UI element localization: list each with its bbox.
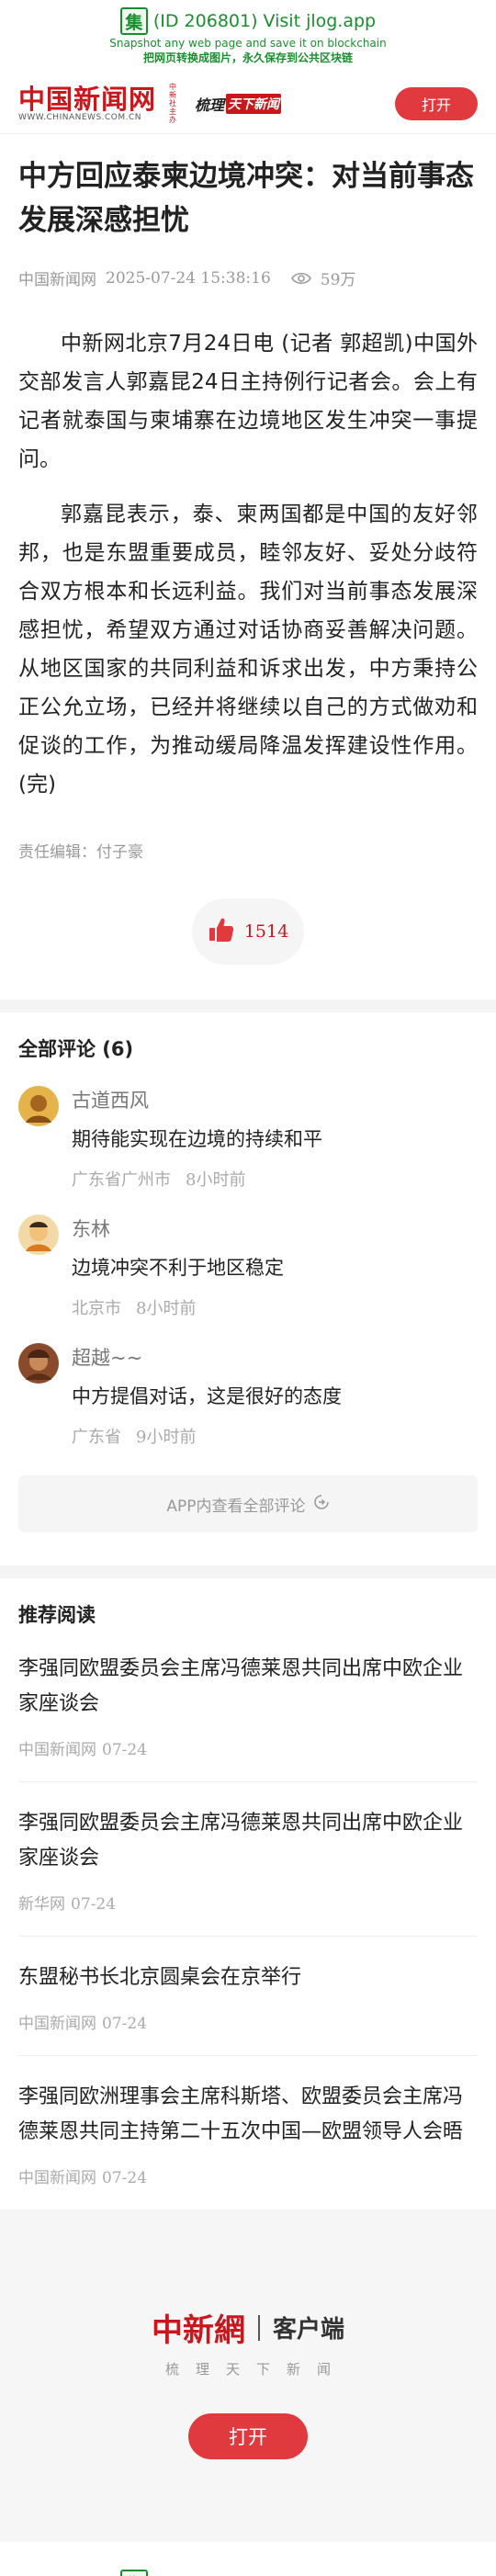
comment-text: 期待能实现在边境的持续和平 — [72, 1128, 322, 1150]
recommend-item-date: 07-24 — [102, 1741, 148, 1759]
article-editor: 责任编辑：付子豪 — [18, 843, 143, 862]
promo-slogan: 梳理天下新闻 — [164, 2361, 347, 2378]
logo-main: 中国新闻网 WWW.CHINANEWS.COM.CN — [18, 85, 156, 122]
jlog-title-row: 集 (ID 206801) Visit jlog.app — [0, 7, 496, 35]
comment-meta: 广东省 9小时前 — [72, 1424, 342, 1448]
logo-en: WWW.CHINANEWS.COM.CN — [18, 112, 142, 122]
recommend-item-source: 新华网 — [18, 1895, 65, 1914]
comment-item: 古道西风 期待能实现在边境的持续和平 广东省广州市 8小时前 — [0, 1062, 496, 1191]
promo-logo-cn: 中新網 — [151, 2312, 245, 2349]
open-app-button-footer[interactable]: 打开 — [188, 2413, 308, 2459]
comment-author: 超越~~ — [72, 1347, 143, 1369]
jlog-banner-bottom[interactable]: 集 (ID 206801) Visit jlog.app Snapshot an… — [0, 2542, 496, 2576]
jlog-logo-icon: 集 — [119, 7, 148, 35]
like-button[interactable]: 1514 — [192, 898, 304, 965]
jlog-title-row: 集 (ID 206801) Visit jlog.app — [0, 2570, 496, 2576]
eye-icon — [290, 271, 311, 286]
recommend-item[interactable]: 李强同欧盟委员会主席冯德莱恩共同出席中欧企业家座谈会 中国新闻网 07-24 — [18, 1628, 478, 1782]
recommend-item-date: 07-24 — [71, 1895, 117, 1914]
comment-location: 广东省 — [72, 1428, 121, 1447]
avatar[interactable] — [18, 1343, 59, 1384]
comments-section: 全部评论 (6) 古道西风 期待能实现在边境的持续和平 广东省广州市 8小时前 东… — [0, 1012, 496, 1532]
jlog-subtitle: Snapshot any web page and save it on blo… — [109, 37, 387, 50]
recommend-title: 推荐阅读 — [18, 1604, 96, 1626]
view-all-comments-button[interactable]: APP内查看全部评论 — [18, 1475, 478, 1532]
app-promo-footer: 中新網 客户端 梳理天下新闻 打开 — [0, 2209, 496, 2542]
promo-label: 客户端 — [272, 2316, 344, 2344]
comment-text: 边境冲突不利于地区稳定 — [72, 1257, 284, 1279]
section-divider — [0, 1000, 496, 1012]
avatar[interactable] — [18, 1086, 59, 1126]
like-count: 1514 — [243, 921, 289, 942]
jlog-subtitle-cn: 把网页转换成图片，永久保存到公共区块链 — [142, 51, 353, 64]
article-views: 59万 — [320, 271, 356, 289]
comment-meta: 北京市 8小时前 — [72, 1295, 284, 1319]
logo-cn: 中国新闻网 — [18, 83, 157, 115]
view-all-comments-label: APP内查看全部评论 — [166, 1497, 306, 1516]
article-title: 中方回应泰柬边境冲突：对当前事态发展深感担忧 — [18, 160, 474, 237]
logo-vertical-text: 中新社主办 — [169, 83, 177, 124]
recommend-item[interactable]: 东盟秘书长北京圆桌会在京举行 中国新闻网 07-24 — [18, 1937, 478, 2056]
article-paragraph: 郭嘉昆表示，泰、柬两国都是中国的友好邻邦，也是东盟重要成员，睦邻友好、妥处分歧符… — [18, 503, 478, 797]
comment-author: 东林 — [72, 1218, 110, 1240]
recommend-item[interactable]: 李强同欧盟委员会主席冯德莱恩共同出席中欧企业家座谈会 新华网 07-24 — [18, 1782, 478, 1937]
section-divider — [0, 1565, 496, 1578]
slogan-part-a: 梳理 — [195, 96, 225, 114]
comment-item: 超越~~ 中方提倡对话，这是很好的态度 广东省 9小时前 — [0, 1319, 496, 1448]
recommend-item-source: 中国新闻网 — [18, 1741, 96, 1759]
comment-time: 8小时前 — [136, 1299, 197, 1318]
article-body: 中新网北京7月24日电 (记者 郭超凯)中国外交部发言人郭嘉昆24日主持例行记者… — [18, 324, 478, 804]
site-logo[interactable]: 中国新闻网 WWW.CHINANEWS.COM.CN 中新社主办 梳理 天下新闻 — [18, 83, 282, 124]
recommend-item-source: 中国新闻网 — [18, 2169, 96, 2187]
slogan-part-b: 天下新闻 — [226, 93, 282, 114]
recommend-item-title: 李强同欧洲理事会主席科斯塔、欧盟委员会主席冯德莱恩共同主持第二十五次中国—欧盟领… — [18, 2085, 464, 2143]
recommend-item-meta: 中国新闻网 07-24 — [18, 2010, 478, 2033]
site-header: 中国新闻网 WWW.CHINANEWS.COM.CN 中新社主办 梳理 天下新闻… — [0, 73, 496, 134]
recommend-item[interactable]: 李强同欧洲理事会主席科斯塔、欧盟委员会主席冯德莱恩共同主持第二十五次中国—欧盟领… — [18, 2056, 478, 2209]
comment-author: 古道西风 — [72, 1090, 149, 1112]
jlog-logo-icon: 集 — [119, 2570, 148, 2576]
arrow-circle-icon — [313, 1494, 330, 1515]
comment-item: 东林 边境冲突不利于地区稳定 北京市 8小时前 — [0, 1191, 496, 1319]
comment-location: 广东省广州市 — [72, 1170, 171, 1190]
article-source: 中国新闻网 — [18, 271, 96, 289]
jlog-title: (ID 206801) Visit jlog.app — [152, 11, 377, 31]
avatar[interactable] — [18, 1215, 59, 1255]
comment-location: 北京市 — [72, 1299, 121, 1318]
article-meta: 中国新闻网 2025-07-24 15:38:16 59万 — [18, 266, 478, 290]
promo-divider — [257, 2314, 260, 2341]
recommend-item-meta: 中国新闻网 07-24 — [18, 2164, 478, 2187]
recommend-item-source: 中国新闻网 — [18, 2015, 96, 2033]
article-paragraph: 中新网北京7月24日电 (记者 郭超凯)中国外交部发言人郭嘉昆24日主持例行记者… — [18, 332, 478, 471]
jlog-banner-top[interactable]: 集 (ID 206801) Visit jlog.app Snapshot an… — [0, 0, 496, 73]
comment-text: 中方提倡对话，这是很好的态度 — [72, 1385, 342, 1407]
promo-logo: 中新網 客户端 — [152, 2305, 344, 2350]
comments-title: 全部评论 (6) — [18, 1038, 134, 1060]
header-slogan: 梳理 天下新闻 — [195, 93, 282, 115]
recommend-item-meta: 新华网 07-24 — [18, 1891, 478, 1914]
recommend-item-title: 东盟秘书长北京圆桌会在京举行 — [18, 1966, 302, 1989]
comment-meta: 广东省广州市 8小时前 — [72, 1167, 322, 1191]
comment-time: 9小时前 — [136, 1428, 197, 1447]
open-app-button[interactable]: 打开 — [395, 86, 478, 120]
article-datetime: 2025-07-24 15:38:16 — [106, 268, 271, 288]
thumbs-up-icon — [208, 916, 235, 948]
comment-time: 8小时前 — [186, 1170, 246, 1190]
recommend-item-date: 07-24 — [102, 2169, 148, 2187]
recommend-item-title: 李强同欧盟委员会主席冯德莱恩共同出席中欧企业家座谈会 — [18, 1812, 464, 1870]
like-area: 1514 — [18, 898, 478, 965]
recommend-section: 推荐阅读 李强同欧盟委员会主席冯德莱恩共同出席中欧企业家座谈会 中国新闻网 07-… — [0, 1578, 496, 2209]
article: 中方回应泰柬边境冲突：对当前事态发展深感担忧 中国新闻网 2025-07-24 … — [0, 154, 496, 965]
recommend-item-title: 李强同欧盟委员会主席冯德莱恩共同出席中欧企业家座谈会 — [18, 1657, 464, 1715]
recommend-item-date: 07-24 — [102, 2015, 148, 2033]
recommend-item-meta: 中国新闻网 07-24 — [18, 1736, 478, 1759]
